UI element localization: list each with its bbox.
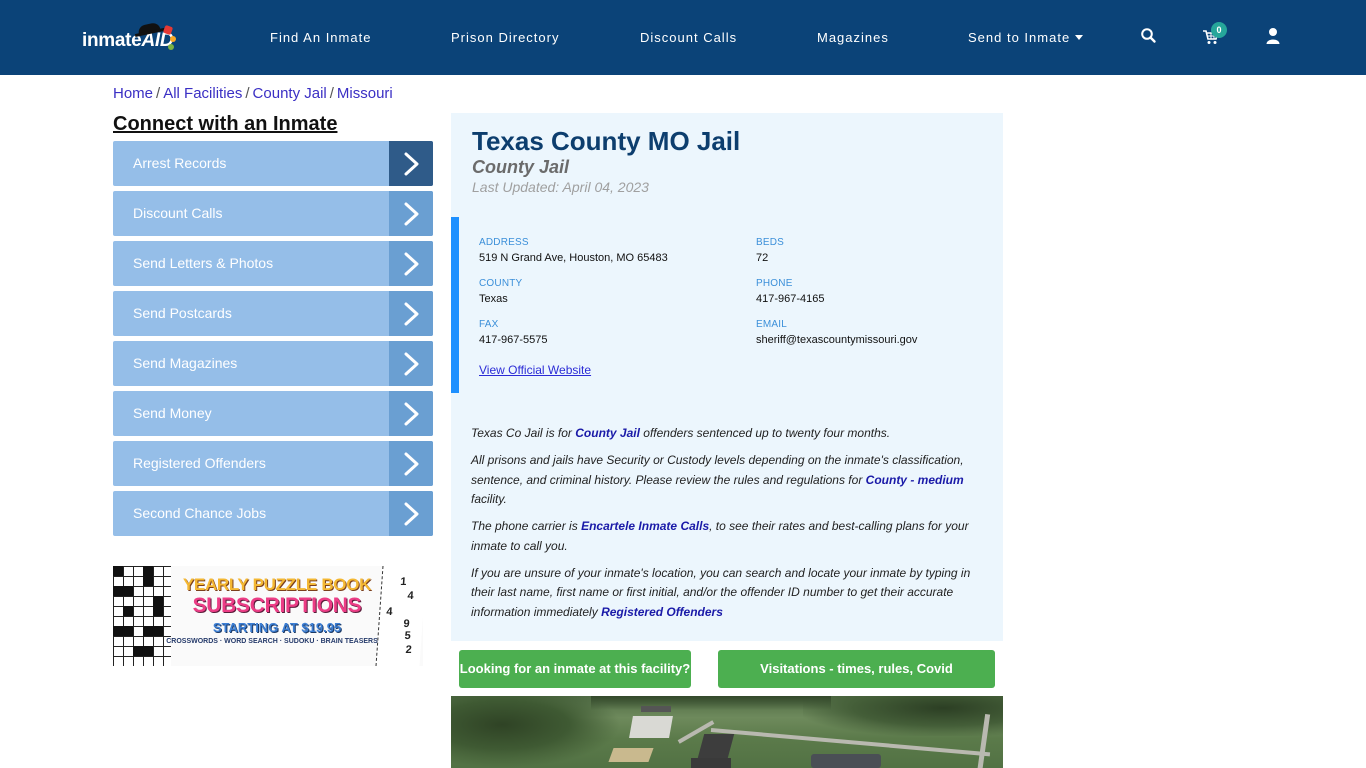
registered-offenders-link[interactable]: Registered Offenders bbox=[601, 605, 723, 619]
sidebar-item-label: Discount Calls bbox=[133, 205, 223, 221]
phone-field: PHONE 417-967-4165 bbox=[756, 278, 825, 305]
facility-type: County Jail bbox=[472, 157, 570, 177]
chevron-right-icon bbox=[389, 341, 433, 386]
breadcrumb-separator: / bbox=[245, 85, 250, 102]
sidebar-item-label: Send Money bbox=[133, 405, 212, 421]
nav-discount-calls[interactable]: Discount Calls bbox=[640, 30, 737, 45]
facility-description: Texas Co Jail is for County Jail offende… bbox=[471, 424, 981, 630]
top-navigation-bar: inmateAID Find An Inmate Prison Director… bbox=[0, 0, 1366, 75]
inmateaid-logo[interactable]: inmateAID bbox=[82, 21, 182, 56]
beds-value: 72 bbox=[756, 252, 769, 264]
breadcrumb-home[interactable]: Home bbox=[113, 85, 153, 102]
county-jail-link[interactable]: County Jail bbox=[575, 426, 640, 440]
fax-value: 417-967-5575 bbox=[479, 334, 548, 346]
sidebar-item-send-postcards[interactable]: Send Postcards bbox=[113, 291, 433, 336]
breadcrumb-missouri[interactable]: Missouri bbox=[337, 85, 393, 102]
sidebar-item-send-magazines[interactable]: Send Magazines bbox=[113, 341, 433, 386]
description-paragraph: If you are unsure of your inmate's locat… bbox=[471, 565, 971, 619]
phone-label: PHONE bbox=[756, 278, 793, 289]
beds-label: BEDS bbox=[756, 237, 785, 248]
county-label: COUNTY bbox=[479, 278, 523, 289]
nav-magazines[interactable]: Magazines bbox=[817, 30, 889, 45]
facility-title: Texas County MO Jail bbox=[472, 126, 741, 156]
email-label: EMAIL bbox=[756, 319, 788, 330]
county-value: Texas bbox=[479, 293, 508, 305]
last-updated: Last Updated: April 04, 2023 bbox=[472, 179, 649, 195]
chevron-right-icon bbox=[389, 291, 433, 336]
description-paragraph: All prisons and jails have Security or C… bbox=[471, 453, 964, 506]
nav-find-an-inmate[interactable]: Find An Inmate bbox=[270, 30, 371, 45]
chevron-right-icon bbox=[389, 241, 433, 286]
find-inmate-at-facility-button[interactable]: Looking for an inmate at this facility? bbox=[459, 650, 691, 688]
chevron-right-icon bbox=[389, 491, 433, 536]
facility-info-card: ADDRESS 519 N Grand Ave, Houston, MO 654… bbox=[451, 217, 1003, 393]
description-paragraph: The phone carrier is Encartele Inmate Ca… bbox=[471, 519, 969, 553]
logo-decoration-icon bbox=[168, 44, 174, 50]
cart-count-badge: 0 bbox=[1211, 22, 1227, 38]
breadcrumb-separator: / bbox=[156, 85, 161, 102]
ad-price: STARTING AT $19.95 bbox=[212, 620, 342, 635]
breadcrumb: Home / All Facilities / County Jail / Missouri bbox=[113, 85, 393, 102]
chevron-right-icon bbox=[389, 141, 433, 186]
sidebar-item-label: Send Letters & Photos bbox=[133, 255, 274, 271]
breadcrumb-county-jail[interactable]: County Jail bbox=[253, 85, 327, 102]
breadcrumb-all-facilities[interactable]: All Facilities bbox=[163, 85, 242, 102]
fax-label: FAX bbox=[479, 319, 499, 330]
user-icon[interactable] bbox=[1264, 27, 1282, 45]
nav-prison-directory[interactable]: Prison Directory bbox=[451, 30, 559, 45]
sidebar-item-discount-calls[interactable]: Discount Calls bbox=[113, 191, 433, 236]
sidebar-item-label: Second Chance Jobs bbox=[133, 505, 267, 521]
logo-decoration-icon bbox=[170, 36, 176, 42]
nav-send-to-inmate-label: Send to Inmate bbox=[968, 30, 1071, 45]
security-level-link[interactable]: County - medium bbox=[866, 473, 964, 487]
address-value: 519 N Grand Ave, Houston, MO 65483 bbox=[479, 252, 668, 264]
official-website-link[interactable]: View Official Website bbox=[479, 363, 591, 377]
sidebar-item-second-chance-jobs[interactable]: Second Chance Jobs bbox=[113, 491, 433, 536]
address-label: ADDRESS bbox=[479, 237, 529, 248]
address-field: ADDRESS 519 N Grand Ave, Houston, MO 654… bbox=[479, 237, 668, 264]
logo-text: inmateAID bbox=[82, 30, 174, 51]
sidebar-item-registered-offenders[interactable]: Registered Offenders bbox=[113, 441, 433, 486]
county-field: COUNTY Texas bbox=[479, 278, 522, 305]
sidebar-menu: Arrest Records Discount Calls Send Lette… bbox=[113, 141, 433, 541]
beds-field: BEDS 72 bbox=[756, 237, 784, 264]
caret-down-icon bbox=[1075, 35, 1084, 40]
visitation-info-button[interactable]: Visitations - times, rules, Covid cancel… bbox=[718, 650, 995, 714]
sidebar-item-label: Send Magazines bbox=[133, 355, 238, 371]
sidebar-item-arrest-records[interactable]: Arrest Records bbox=[113, 141, 433, 186]
sudoku-grid-graphic: 1 4 4 9 5 2 bbox=[375, 566, 423, 666]
sidebar-item-label: Registered Offenders bbox=[133, 455, 266, 471]
ad-subscriptions: SUBSCRIPTIONS bbox=[192, 594, 362, 617]
ad-headline: YEARLY PUZZLE BOOK bbox=[182, 575, 372, 594]
nav-send-to-inmate[interactable]: Send to Inmate bbox=[968, 30, 1084, 45]
sidebar-item-label: Send Postcards bbox=[133, 305, 232, 321]
sidebar-item-send-letters-photos[interactable]: Send Letters & Photos bbox=[113, 241, 433, 286]
search-icon[interactable] bbox=[1140, 27, 1158, 45]
ad-categories: CROSSWORDS · WORD SEARCH · SUDOKU · BRAI… bbox=[166, 638, 378, 645]
puzzle-book-ad-banner[interactable]: 1 4 4 9 5 2 YEARLY PUZZLE BOOK SUBSCRIPT… bbox=[113, 566, 423, 666]
email-value: sheriff@texascountymissouri.gov bbox=[756, 334, 918, 346]
sidebar-title: Connect with an Inmate bbox=[113, 113, 338, 135]
chevron-right-icon bbox=[389, 391, 433, 436]
crossword-grid-graphic bbox=[113, 566, 171, 666]
description-paragraph: Texas Co Jail is for County Jail offende… bbox=[471, 426, 891, 440]
email-field: EMAIL sheriff@texascountymissouri.gov bbox=[756, 319, 917, 346]
phone-carrier-link[interactable]: Encartele Inmate Calls bbox=[581, 519, 709, 533]
sidebar-item-label: Arrest Records bbox=[133, 155, 227, 171]
chevron-right-icon bbox=[389, 191, 433, 236]
facility-aerial-photo bbox=[451, 696, 1003, 768]
breadcrumb-separator: / bbox=[329, 85, 334, 102]
sidebar-item-send-money[interactable]: Send Money bbox=[113, 391, 433, 436]
phone-value: 417-967-4165 bbox=[756, 293, 825, 305]
chevron-right-icon bbox=[389, 441, 433, 486]
accent-bar bbox=[451, 217, 459, 393]
fax-field: FAX 417-967-5575 bbox=[479, 319, 548, 346]
